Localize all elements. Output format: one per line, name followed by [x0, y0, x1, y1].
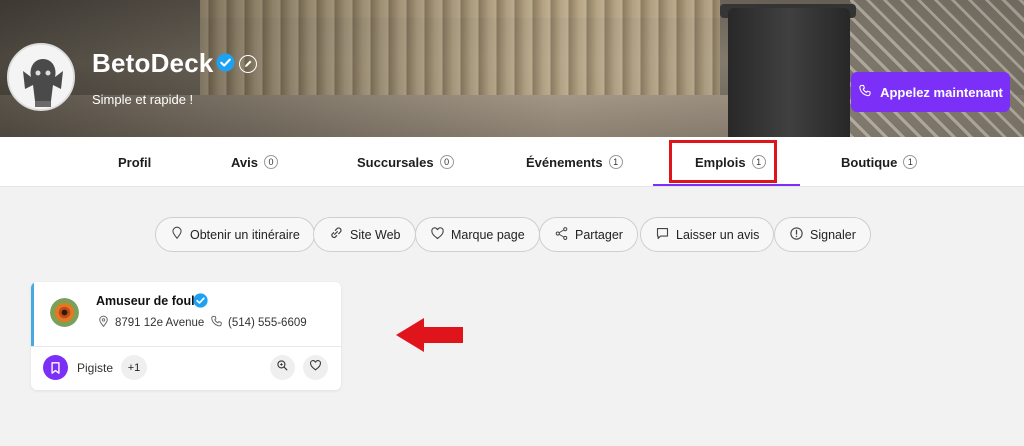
comment-icon [655, 226, 670, 244]
tab-bar: Profil Avis 0 Succursales 0 Événements 1… [0, 137, 1024, 187]
brand-name: BetoDeck [92, 48, 214, 78]
link-icon [328, 225, 344, 244]
bookmark-icon[interactable] [43, 355, 68, 380]
tab-count-badge: 1 [903, 155, 918, 169]
tab-avis[interactable]: Avis 0 [231, 137, 278, 187]
active-tab-indicator [653, 184, 800, 186]
tab-profil[interactable]: Profil [118, 137, 151, 187]
listing-logo[interactable] [50, 298, 79, 327]
heart-icon [309, 359, 322, 377]
listing-card[interactable]: Amuseur de foule 8791 12e Avenue (514) 5… [31, 282, 341, 390]
verified-icon [216, 53, 235, 72]
leave-review-button[interactable]: Laisser un avis [640, 217, 775, 252]
listing-address: 8791 12e Avenue [97, 315, 204, 331]
directions-button[interactable]: Obtenir un itinéraire [155, 217, 315, 252]
tab-count-badge: 0 [263, 155, 278, 169]
share-button[interactable]: Partager [539, 217, 638, 252]
tab-boutique[interactable]: Boutique 1 [841, 137, 918, 187]
tab-succursales[interactable]: Succursales 0 [357, 137, 454, 187]
report-button[interactable]: Signaler [774, 217, 871, 252]
call-now-button[interactable]: Appelez maintenant [851, 72, 1010, 112]
card-divider [31, 346, 341, 347]
tab-count-badge: 1 [751, 155, 766, 169]
phone-icon [210, 315, 223, 331]
more-categories-chip[interactable]: +1 [121, 355, 147, 380]
card-accent-bar [31, 282, 34, 346]
tab-emplois[interactable]: Emplois 1 [695, 137, 766, 187]
avatar[interactable] [7, 43, 75, 111]
favorite-button[interactable] [303, 355, 328, 380]
tab-count-badge: 0 [439, 155, 454, 169]
edit-icon[interactable] [239, 55, 257, 73]
website-button[interactable]: Site Web [313, 217, 416, 252]
verified-icon [193, 293, 208, 308]
tab-count-badge: 1 [608, 155, 623, 169]
annotation-arrow-icon [396, 318, 464, 357]
category-label[interactable]: Pigiste [77, 361, 113, 375]
listing-title[interactable]: Amuseur de foule [96, 294, 202, 308]
listing-phone[interactable]: (514) 555-6609 [210, 315, 307, 331]
bookmark-button[interactable]: Marque page [415, 217, 540, 252]
alert-icon [789, 226, 804, 244]
map-pin-icon [97, 315, 110, 331]
heart-icon [430, 226, 445, 244]
tab-evenements[interactable]: Événements 1 [526, 137, 623, 187]
call-now-label: Appelez maintenant [880, 84, 1003, 100]
share-icon [554, 226, 569, 244]
map-pin-icon [170, 226, 184, 243]
zoom-button[interactable] [270, 355, 295, 380]
zoom-in-icon [276, 359, 289, 377]
tagline: Simple et rapide ! [92, 92, 194, 107]
phone-icon [858, 84, 872, 101]
